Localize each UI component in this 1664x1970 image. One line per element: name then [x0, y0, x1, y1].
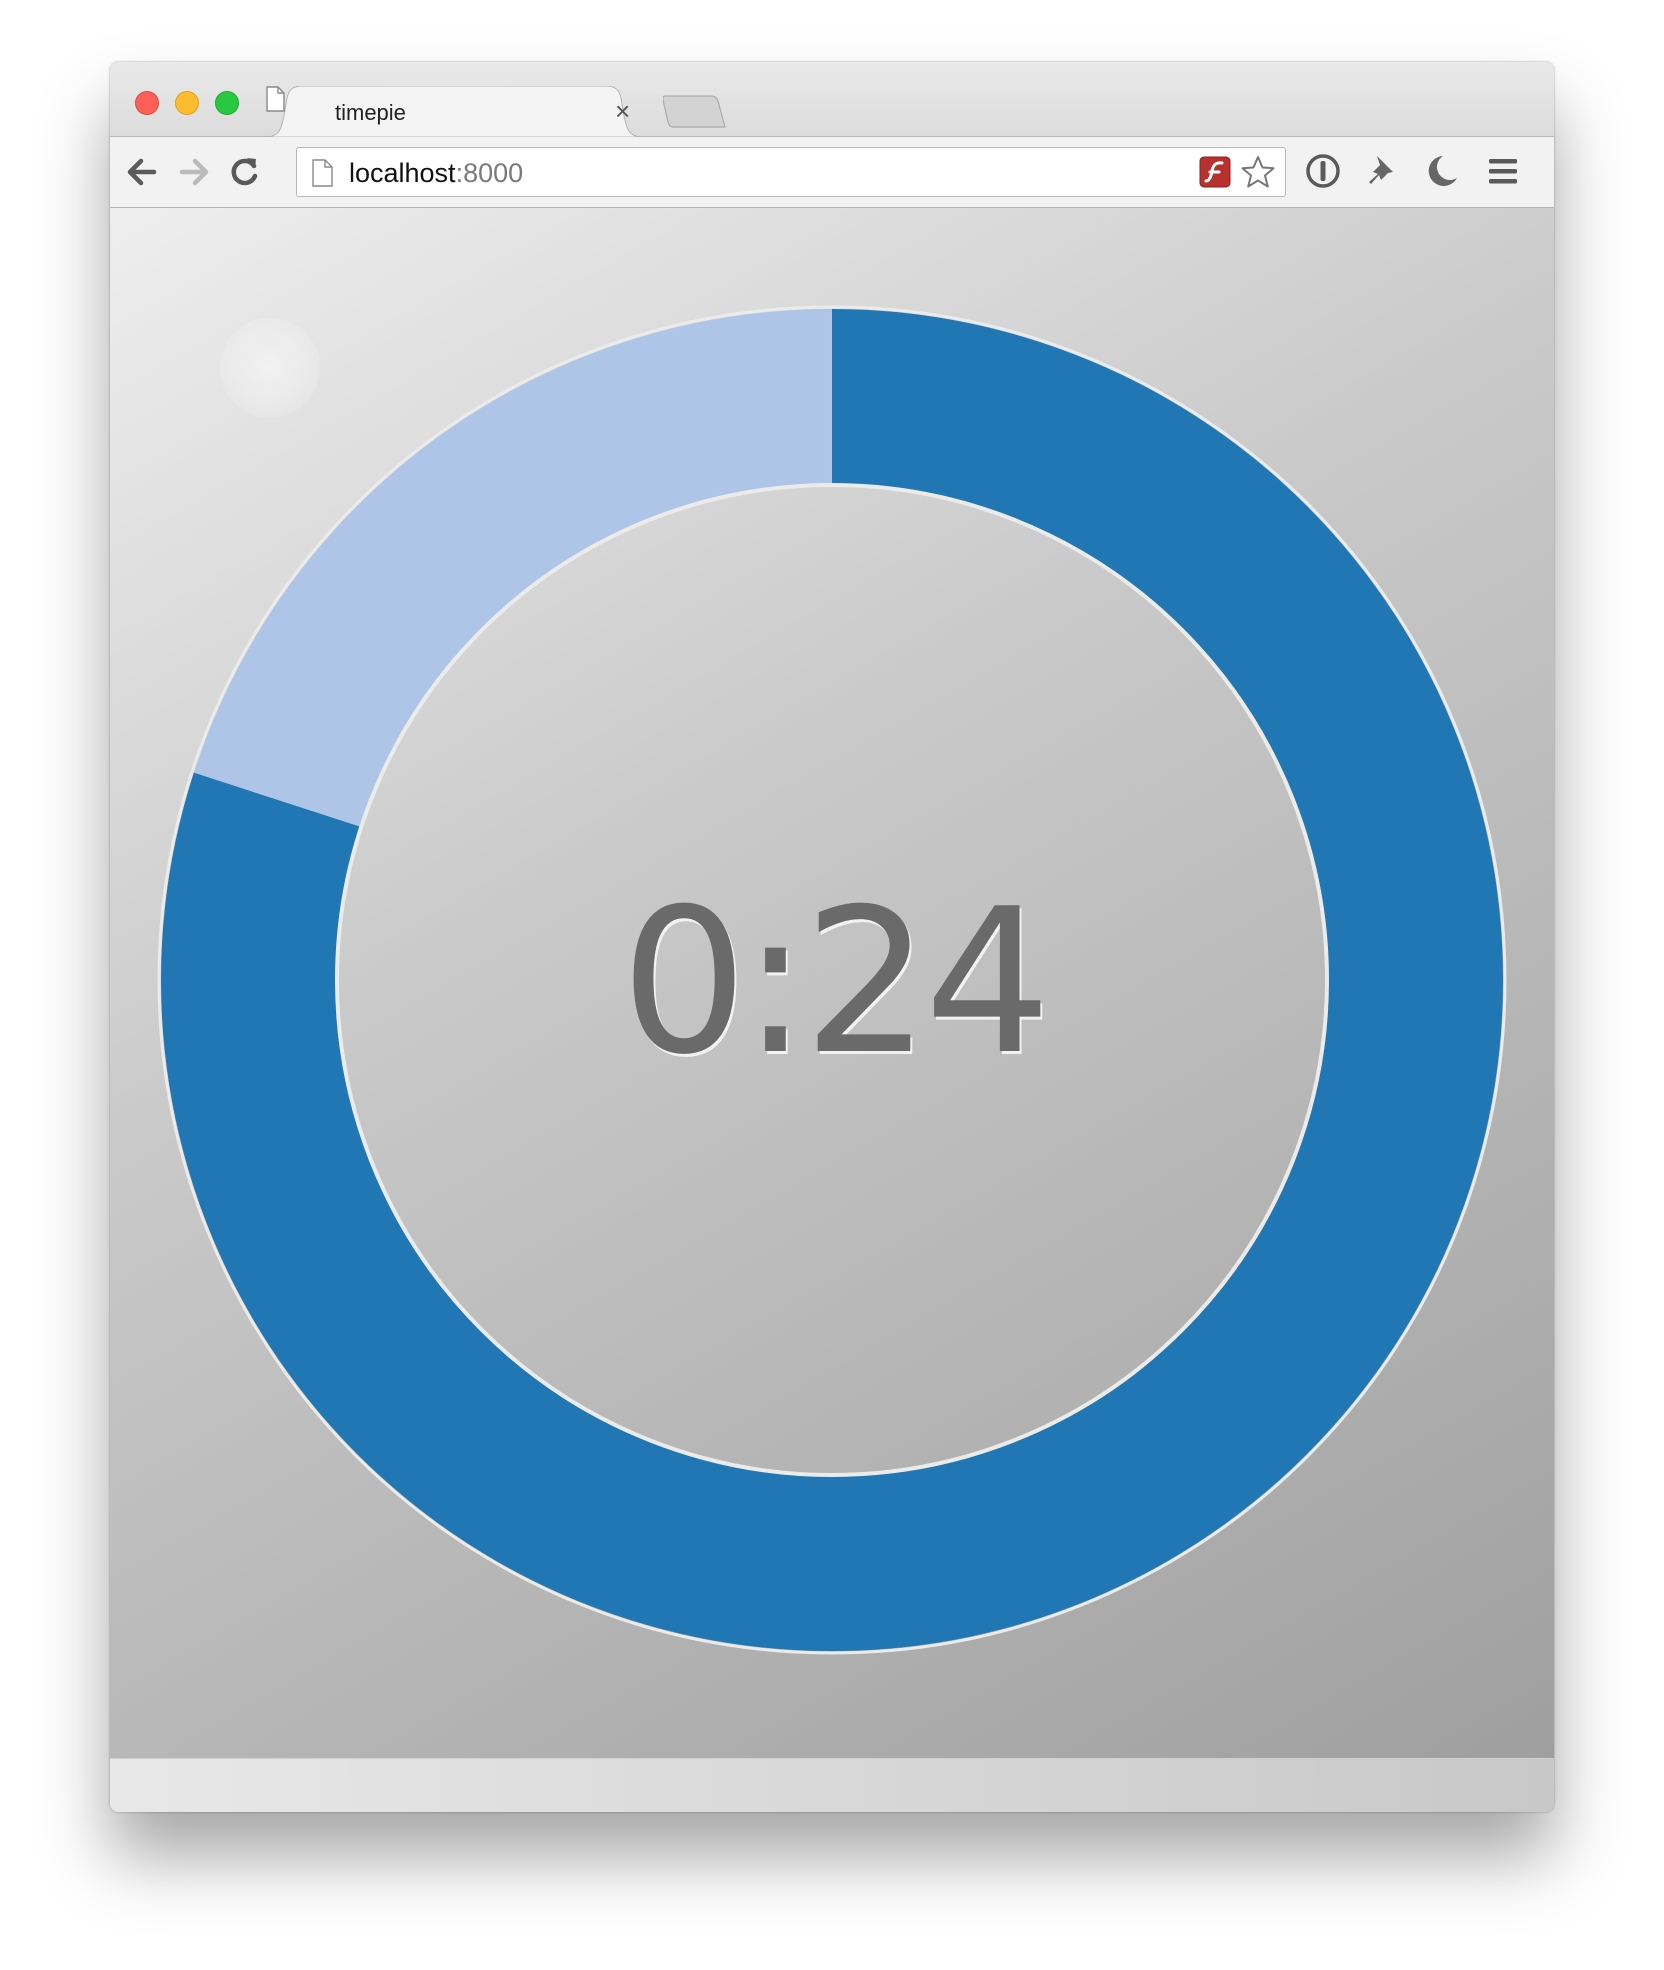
address-bar[interactable]: localhost:8000 [296, 147, 1286, 197]
bookmark-star-icon[interactable] [1241, 155, 1275, 189]
page-content: 0:24 [110, 208, 1554, 1758]
pin-icon[interactable] [1364, 151, 1402, 191]
timer-pie [157, 305, 1507, 1655]
tab-shape [265, 86, 644, 137]
tab-close-icon[interactable]: × [615, 96, 630, 126]
page-icon [266, 86, 285, 112]
back-arrow-icon[interactable] [124, 152, 160, 192]
reload-icon[interactable] [226, 152, 262, 192]
browser-window: timepie × localhost:8000 0:24 [110, 62, 1554, 1812]
title-bar: timepie × [110, 62, 1554, 137]
url-host: localhost [349, 158, 456, 188]
tab-title: timepie [335, 100, 406, 125]
new-tab-button[interactable] [663, 95, 727, 129]
page-icon [312, 159, 333, 187]
close-window-button[interactable] [135, 91, 159, 115]
password-manager-icon[interactable] [1304, 151, 1342, 191]
menu-icon[interactable] [1484, 151, 1522, 191]
url-port: :8000 [455, 158, 524, 188]
timer-inner-ring [335, 483, 1329, 1477]
forward-arrow-icon[interactable] [176, 152, 212, 192]
flash-icon[interactable] [1199, 156, 1231, 188]
browser-toolbar: localhost:8000 [110, 137, 1554, 208]
zoom-window-button[interactable] [215, 91, 239, 115]
moon-icon[interactable] [1424, 151, 1462, 191]
page-footer-bar [110, 1758, 1554, 1812]
url-text[interactable]: localhost:8000 [349, 158, 523, 189]
minimize-window-button[interactable] [175, 91, 199, 115]
tab-timepie[interactable]: timepie × [265, 86, 645, 137]
